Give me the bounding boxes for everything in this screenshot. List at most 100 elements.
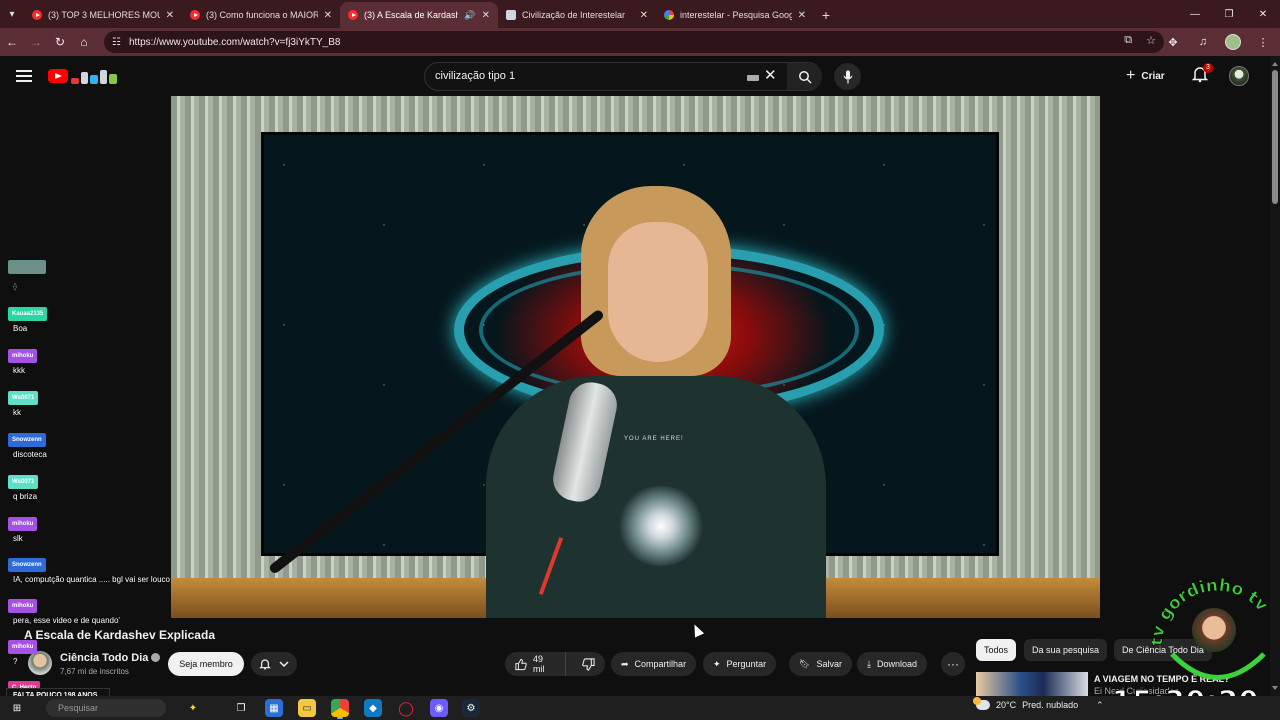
chat-text: pera, esse video e de quando' — [13, 616, 120, 625]
youtube-icon — [190, 10, 200, 20]
minimize-icon[interactable]: — — [1178, 0, 1212, 28]
tab-search-icon[interactable]: ▾ — [0, 0, 24, 28]
new-tab-button[interactable]: + — [814, 2, 838, 28]
weather-widget[interactable]: 20°C Pred. nublado — [973, 697, 1079, 710]
opera-icon[interactable]: ◯ — [397, 699, 415, 717]
browser-tab[interactable]: (3) Como funciona o MAIOR TE ✕ — [182, 2, 340, 28]
tab-title: (3) Como funciona o MAIOR TE — [206, 10, 318, 20]
restore-icon[interactable]: ❐ — [1212, 0, 1246, 28]
notifications-button[interactable]: 3 — [1191, 63, 1213, 87]
chrome-icon[interactable] — [331, 699, 349, 719]
close-tab-icon[interactable]: ✕ — [640, 10, 648, 21]
browser-menu-icon[interactable]: ⋮ — [1252, 30, 1274, 54]
chat-text: IA, computção quantica ..... bgl vai ser… — [13, 575, 170, 584]
browser-tab-strip: ▾ (3) TOP 3 MELHORES MOUSES ✕ (3) Como f… — [0, 0, 1280, 28]
chat-username: mihoku — [8, 640, 38, 654]
recommendation-thumbnail[interactable] — [976, 672, 1088, 696]
profile-avatar[interactable] — [1222, 30, 1244, 54]
youtube-doodle[interactable] — [71, 68, 117, 84]
chat-message: ⟠ — [8, 260, 46, 291]
chat-message: mihoku ? — [8, 635, 38, 666]
sparkle-icon: ✦ — [713, 658, 721, 669]
cast-icon[interactable]: ⧉ — [1124, 34, 1132, 47]
like-dislike-group: 49 mil — [505, 652, 605, 676]
watermark-avatar — [1192, 608, 1236, 652]
chat-username — [8, 260, 46, 274]
weather-desc: Pred. nublado — [1022, 700, 1079, 710]
browser-tab[interactable]: interestelar - Pesquisa Google ✕ — [656, 2, 814, 28]
account-avatar[interactable] — [1229, 66, 1249, 86]
address-bar[interactable]: ☷ https://www.youtube.com/watch?v=fj3iYk… — [104, 31, 1164, 53]
tray-expand-icon[interactable]: ⌃ — [1096, 700, 1104, 711]
clear-search-icon[interactable]: ✕ — [764, 66, 777, 84]
close-tab-icon[interactable]: ✕ — [324, 10, 332, 21]
keyboard-icon[interactable] — [747, 75, 759, 81]
chip-from-search[interactable]: Da sua pesquisa — [1024, 639, 1108, 661]
back-icon[interactable]: ← — [0, 30, 24, 54]
chat-username: Ws0071 — [8, 475, 39, 489]
windows-start-icon[interactable]: ⊞ — [8, 699, 26, 717]
dislike-button[interactable] — [572, 652, 605, 676]
youtube-logo[interactable] — [48, 69, 68, 83]
taskbar-search[interactable]: Pesquisar — [46, 699, 166, 717]
search-input[interactable]: civilização tipo 1 — [435, 70, 515, 82]
notification-count-badge: 3 — [1203, 63, 1213, 73]
more-actions-button[interactable]: ··· — [941, 652, 965, 676]
browser-tab[interactable]: Civilização de Interestelar ✕ — [498, 2, 656, 28]
steam-icon[interactable]: ⚙ — [462, 699, 480, 717]
browser-toolbar: ← → ↻ ⌂ ☷ https://www.youtube.com/watch?… — [0, 28, 1280, 56]
chat-text: q briza — [13, 492, 38, 501]
bookmark-star-icon[interactable]: ☆ — [1146, 34, 1156, 47]
page-icon — [506, 10, 516, 20]
windows-taskbar: ⊞ Pesquisar ✦ ❐ ▦ ▭ ◆ ◯ ◉ ⚙ 20°C Pred. n… — [0, 696, 1280, 720]
thumbs-down-icon — [582, 657, 595, 671]
scrollbar-thumb[interactable] — [1272, 70, 1278, 204]
file-explorer-icon[interactable]: ▭ — [298, 699, 316, 717]
share-button[interactable]: ➦ Compartilhar — [611, 652, 697, 676]
chat-message: mihoku slk — [8, 512, 38, 543]
bell-icon — [259, 659, 271, 670]
join-button[interactable]: Seja membro — [168, 652, 244, 676]
create-button[interactable]: + Criar — [1126, 63, 1165, 89]
messenger-icon[interactable]: ◉ — [430, 699, 448, 717]
extensions-icon[interactable]: ✥ — [1162, 30, 1184, 54]
chat-text: kk — [13, 408, 21, 417]
close-tab-icon[interactable]: ✕ — [482, 10, 490, 21]
task-view-icon[interactable]: ❐ — [232, 699, 250, 717]
like-button[interactable]: 49 mil — [505, 652, 566, 676]
site-info-icon[interactable]: ☷ — [112, 37, 121, 48]
search-box[interactable]: civilização tipo 1 ✕ — [424, 62, 822, 91]
search-icon — [798, 70, 812, 84]
video-player[interactable]: YOU ARE HERE! — [171, 96, 1100, 618]
download-button[interactable]: ⤓ Download — [857, 652, 928, 676]
channel-name-link[interactable]: Ciência Todo Dia — [60, 652, 161, 664]
forward-icon[interactable]: → — [24, 30, 48, 54]
browser-tab[interactable]: (3) TOP 3 MELHORES MOUSES ✕ — [24, 2, 182, 28]
chat-username: mihoku — [8, 599, 38, 613]
home-icon[interactable]: ⌂ — [72, 30, 96, 54]
voice-search-button[interactable] — [834, 63, 861, 90]
store-icon[interactable]: ▦ — [265, 699, 283, 717]
speaker-icon[interactable]: 🔊 — [464, 10, 475, 21]
subscription-bell-button[interactable] — [251, 652, 297, 676]
close-window-icon[interactable]: ✕ — [1246, 0, 1280, 28]
media-controls-icon[interactable]: ♫ — [1192, 30, 1214, 54]
menu-icon[interactable] — [14, 67, 34, 85]
browser-tab-active[interactable]: (3) A Escala de Kardashev E 🔊 ✕ — [340, 2, 498, 28]
youtube-masthead: civilização tipo 1 ✕ + Criar 3 — [0, 56, 1270, 96]
chat-message: mihoku pera, esse video e de quando' — [8, 594, 120, 625]
close-tab-icon[interactable]: ✕ — [798, 10, 806, 21]
save-button[interactable]: 🔖︎ Salvar — [789, 652, 852, 676]
verified-badge-icon — [151, 653, 161, 662]
search-button[interactable] — [787, 63, 822, 90]
chip-all[interactable]: Todos — [976, 639, 1017, 661]
close-tab-icon[interactable]: ✕ — [166, 10, 174, 21]
channel-watermark-logo: tv gordinho tv — [1148, 568, 1280, 698]
scroll-up-arrow-icon[interactable] — [1272, 62, 1278, 66]
ask-button[interactable]: ✦ Perguntar — [703, 652, 777, 676]
sparkle-widget-icon[interactable]: ✦ — [184, 699, 202, 717]
tab-title: (3) A Escala de Kardashev E — [364, 10, 459, 20]
tab-title: Civilização de Interestelar — [522, 10, 626, 20]
app-icon[interactable]: ◆ — [364, 699, 382, 717]
reload-icon[interactable]: ↻ — [48, 30, 72, 54]
